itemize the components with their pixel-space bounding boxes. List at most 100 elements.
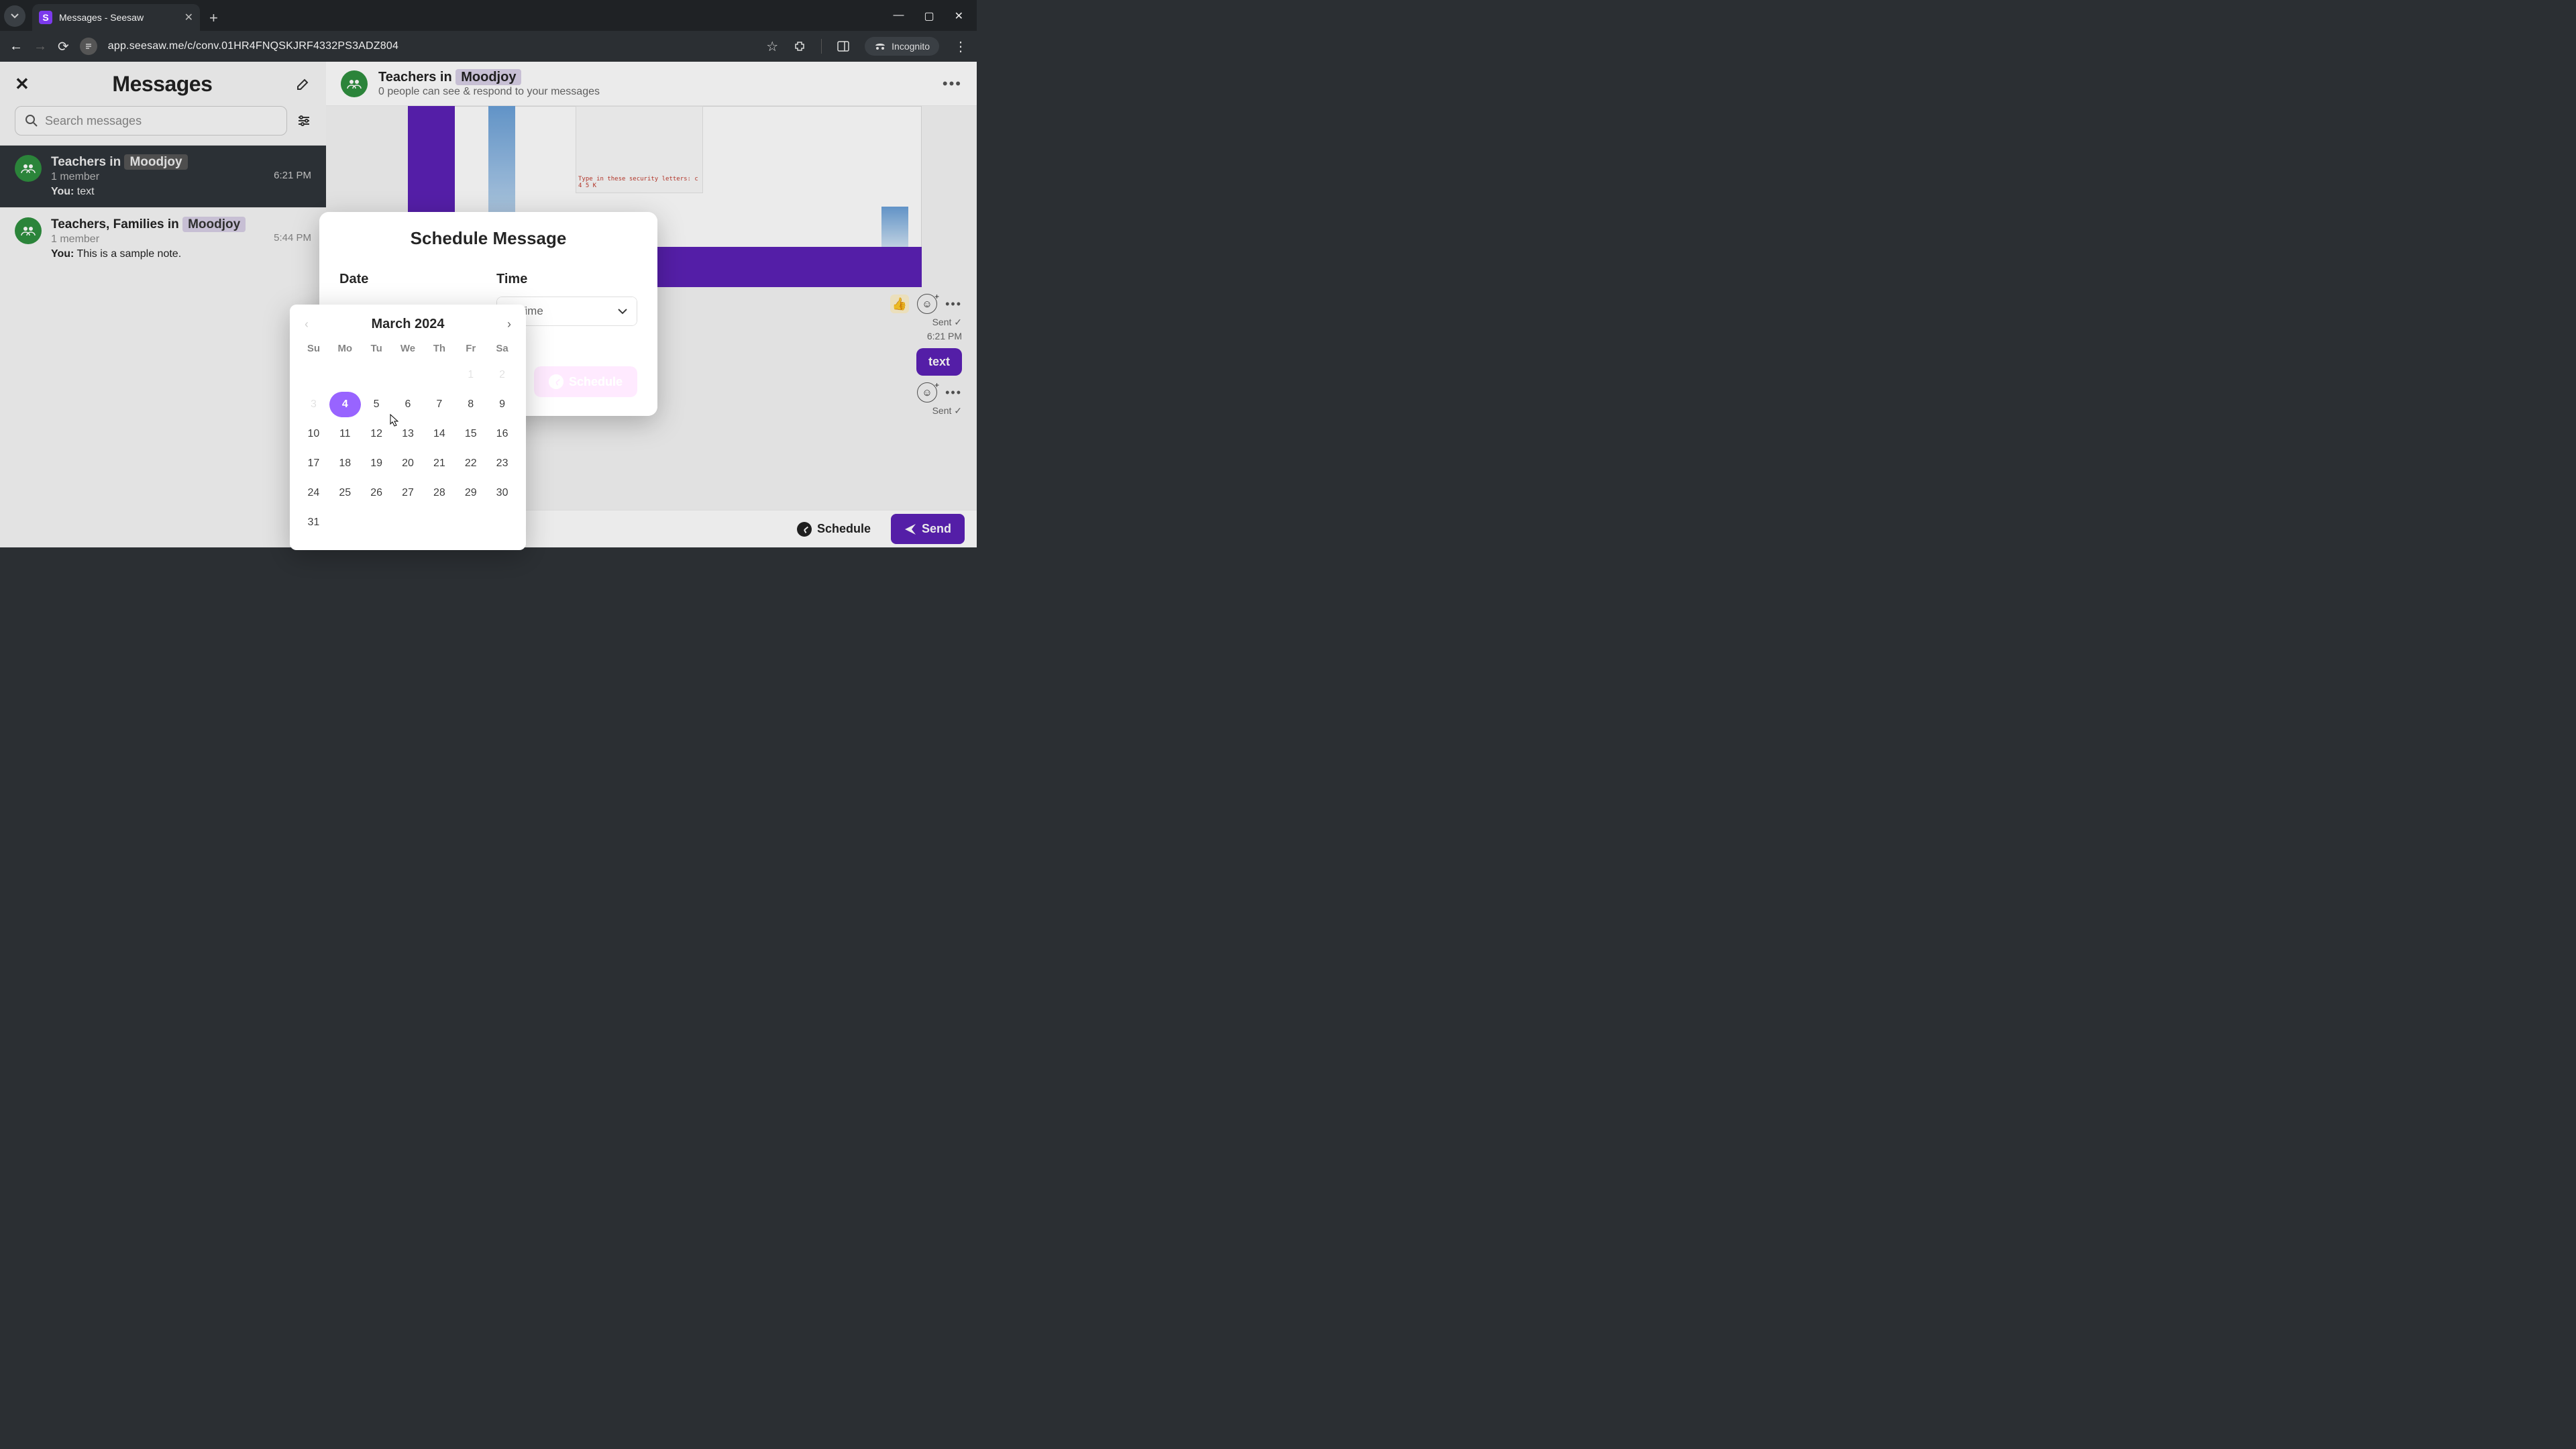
conversation-item[interactable]: Teachers, Families in Moodjoy 1 member Y… [0,207,326,270]
address-bar[interactable]: app.seesaw.me/c/conv.01HR4FNQSKJRF4332PS… [108,40,755,52]
conversation-time: 6:21 PM [274,170,311,181]
tab-close-icon[interactable]: ✕ [184,11,193,24]
sidepanel-icon[interactable] [837,40,850,53]
time-label: Time [496,272,527,286]
calendar-day[interactable]: 9 [486,392,518,417]
calendar-day[interactable]: 29 [455,480,486,506]
compose-icon[interactable] [295,76,311,92]
calendar-day[interactable]: 4 [329,392,361,417]
calendar-day[interactable]: 16 [486,421,518,447]
calendar-day[interactable]: 25 [329,480,361,506]
conversation-members: 1 member [51,233,264,246]
browser-menu-icon[interactable]: ⋮ [954,38,967,55]
calendar-day [423,362,455,388]
new-tab-button[interactable]: + [209,9,218,27]
tabs-dropdown[interactable] [4,5,25,27]
back-icon[interactable]: ← [9,39,23,54]
calendar-day[interactable]: 14 [423,421,455,447]
sidebar-search-row: Search messages [0,106,326,145]
send-icon [904,523,916,535]
calendar-day[interactable]: 2 [486,362,518,388]
clock-icon [549,374,564,389]
calendar-day[interactable]: 22 [455,451,486,476]
add-reaction-icon[interactable]: ☺ [917,382,937,402]
calendar-weekday: Mo [329,339,361,358]
browser-tab[interactable]: S Messages - Seesaw ✕ [32,4,200,31]
modal-title: Schedule Message [339,228,637,249]
month-label: March 2024 [372,317,445,332]
calendar-day[interactable]: 15 [455,421,486,447]
reaction-thumbs-up[interactable]: 👍 [890,294,909,313]
calendar-day[interactable]: 18 [329,451,361,476]
chat-avatar [341,70,368,97]
calendar-day[interactable]: 7 [423,392,455,417]
close-icon[interactable]: ✕ [955,9,963,23]
message-more-icon[interactable]: ••• [945,386,962,400]
search-input[interactable]: Search messages [15,106,287,136]
conversation-list: Teachers in Moodjoy 1 member You: text 6… [0,145,326,270]
next-month-button[interactable]: › [507,317,511,331]
attachment-caption: Type in these security letters: c 4 5 K [576,173,703,192]
browser-titlebar: S Messages - Seesaw ✕ + — ▢ ✕ [0,0,977,31]
calendar-day[interactable]: 31 [298,510,329,535]
calendar-day[interactable]: 8 [455,392,486,417]
calendar-day [392,510,424,535]
schedule-button[interactable]: Schedule [786,515,881,543]
close-sidebar-button[interactable]: ✕ [15,74,30,95]
calendar-weekday: Sa [486,339,518,358]
filter-icon[interactable] [297,113,311,128]
prev-month-button[interactable]: ‹ [305,317,309,331]
calendar-day[interactable]: 11 [329,421,361,447]
conversation-preview: You: This is a sample note. [51,248,264,260]
message-bubble[interactable]: text [916,348,962,376]
calendar-day[interactable]: 3 [298,392,329,417]
maximize-icon[interactable]: ▢ [924,9,934,23]
date-label: Date [339,272,368,286]
conversation-item[interactable]: Teachers in Moodjoy 1 member You: text 6… [0,145,326,207]
conversation-title: Teachers, Families in Moodjoy [51,217,264,232]
calendar-day[interactable]: 21 [423,451,455,476]
chat-more-icon[interactable]: ••• [943,75,962,93]
calendar-day [329,362,361,388]
minimize-icon[interactable]: — [893,9,904,23]
calendar-day[interactable]: 12 [361,421,392,447]
calendar-day[interactable]: 20 [392,451,424,476]
calendar-day[interactable]: 10 [298,421,329,447]
schedule-submit-button[interactable]: Schedule [534,366,637,397]
calendar-day[interactable]: 19 [361,451,392,476]
calendar-day[interactable]: 6 [392,392,424,417]
bookmark-icon[interactable]: ☆ [766,38,778,55]
calendar-day[interactable]: 23 [486,451,518,476]
extensions-icon[interactable] [793,40,806,53]
incognito-label: Incognito [892,41,930,52]
calendar-day[interactable]: 30 [486,480,518,506]
chat-title: Teachers in Moodjoy [378,70,600,85]
tab-favicon: S [39,11,52,24]
calendar-day[interactable]: 5 [361,392,392,417]
reload-icon[interactable]: ⟳ [58,38,69,55]
toolbar-divider [821,39,822,54]
calendar-weekday: Su [298,339,329,358]
incognito-badge[interactable]: Incognito [865,37,939,56]
site-info-icon[interactable] [80,38,97,55]
calendar-day [361,510,392,535]
calendar-day [361,362,392,388]
calendar-day [329,510,361,535]
send-button[interactable]: Send [891,514,965,544]
search-icon [25,114,38,127]
calendar-day[interactable]: 1 [455,362,486,388]
message-more-icon[interactable]: ••• [945,297,962,311]
calendar-day[interactable]: 28 [423,480,455,506]
calendar-weekday: Fr [455,339,486,358]
messages-sidebar: ✕ Messages Search messages Teachers in M… [0,62,326,547]
calendar-day[interactable]: 27 [392,480,424,506]
clock-icon [797,522,812,537]
calendar-day[interactable]: 26 [361,480,392,506]
add-reaction-icon[interactable]: ☺ [917,294,937,314]
calendar-day [455,510,486,535]
calendar-day[interactable]: 24 [298,480,329,506]
calendar-day[interactable]: 17 [298,451,329,476]
conversation-avatar [15,217,42,244]
calendar-grid: SuMoTuWeThFrSa12345678910111213141516171… [298,339,518,535]
calendar-day[interactable]: 13 [392,421,424,447]
